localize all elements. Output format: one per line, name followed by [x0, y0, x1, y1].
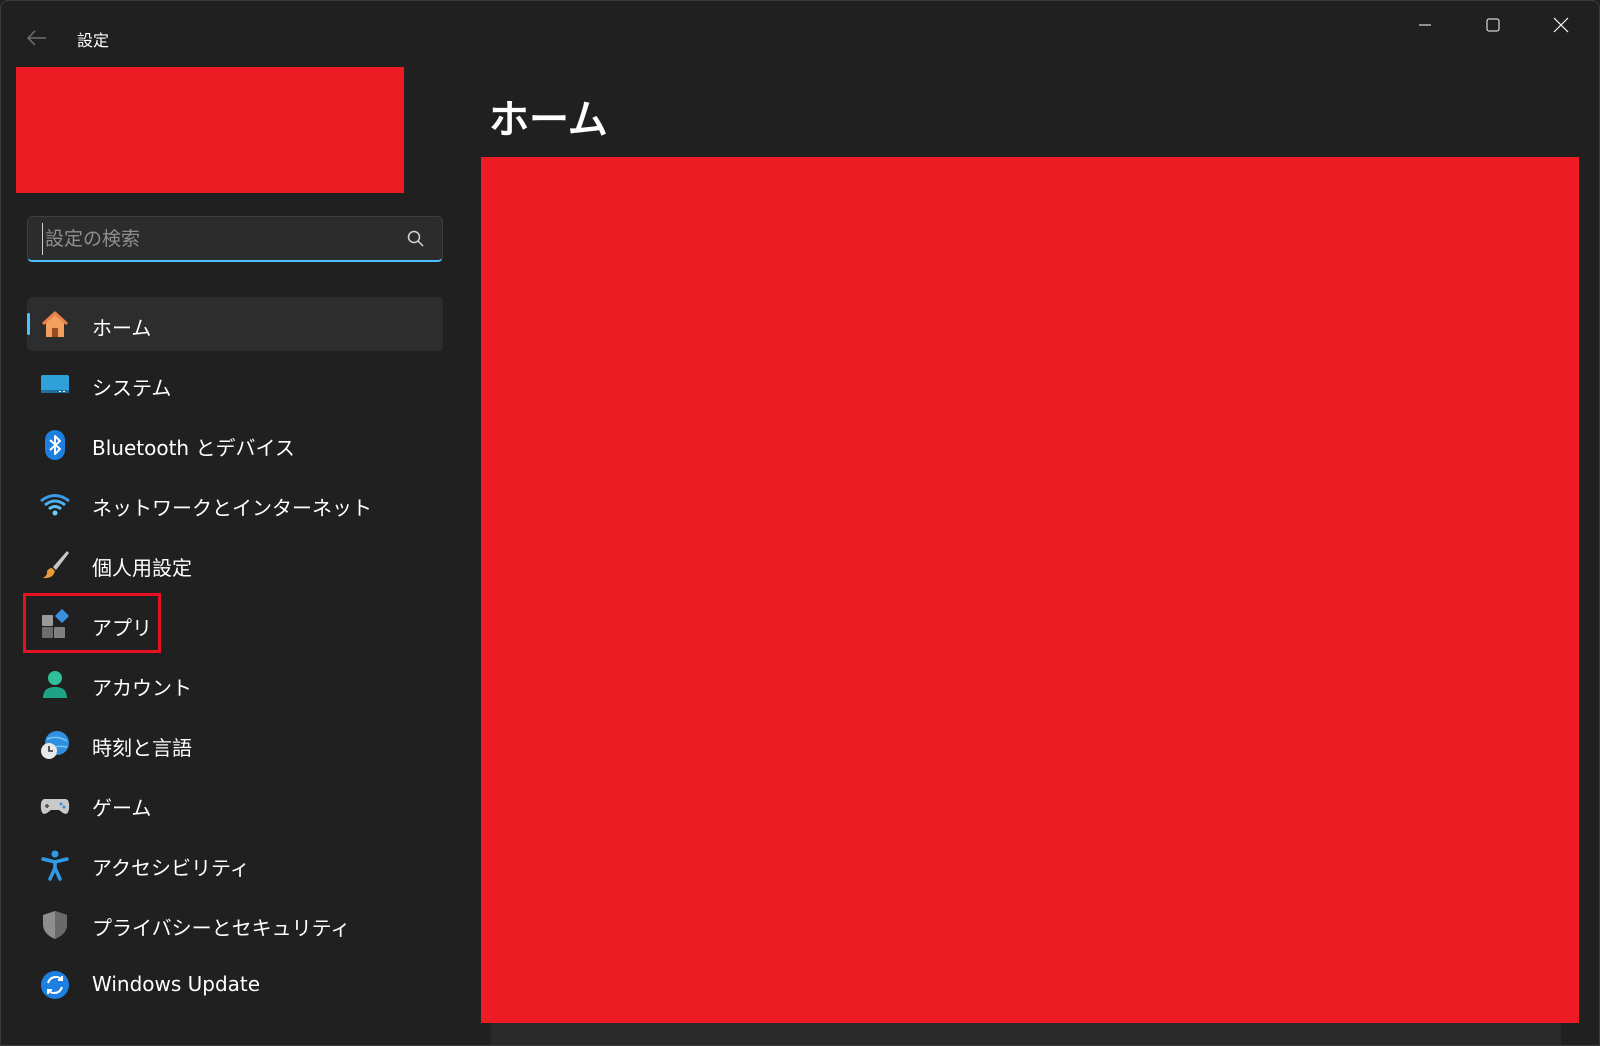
paintbrush-icon	[39, 549, 71, 581]
search-box[interactable]	[27, 216, 443, 262]
sidebar-item-home[interactable]: ホーム	[27, 297, 443, 351]
selection-indicator	[27, 313, 30, 335]
sidebar-item-label: アプリ	[92, 616, 152, 640]
minimize-icon	[1419, 24, 1431, 26]
sidebar-item-network[interactable]: ネットワークとインターネット	[27, 477, 443, 531]
arrow-left-icon	[27, 30, 46, 46]
user-profile-redacted	[16, 67, 404, 193]
app-title: 設定	[77, 31, 110, 50]
sidebar-item-system[interactable]: システム	[27, 357, 443, 411]
monitor-icon	[39, 369, 71, 401]
sidebar-item-time-language[interactable]: 時刻と言語	[27, 717, 443, 771]
search-input[interactable]	[42, 223, 387, 255]
sidebar-item-privacy[interactable]: プライバシーとセキュリティ	[27, 897, 443, 951]
title-bar: 設定	[1, 1, 1600, 67]
back-button[interactable]	[19, 23, 55, 53]
sidebar-item-label: Bluetooth とデバイス	[92, 436, 295, 460]
sidebar-item-accessibility[interactable]: アクセシビリティ	[27, 837, 443, 891]
sidebar-item-accounts[interactable]: アカウント	[27, 657, 443, 711]
person-icon	[39, 669, 71, 701]
sidebar-item-label: アクセシビリティ	[92, 856, 250, 880]
settings-window: 設定 設定の検索 ホーム システム Bluetooth とデバイス ネットワーク…	[0, 0, 1600, 1046]
close-icon	[1553, 17, 1569, 33]
sidebar-item-gaming[interactable]: ゲーム	[27, 777, 443, 831]
sidebar-item-label: 時刻と言語	[92, 736, 192, 760]
content-bottom-edge	[491, 1023, 1561, 1045]
wifi-icon	[39, 489, 71, 521]
sidebar-item-label: 個人用設定	[92, 556, 192, 580]
maximize-icon	[1486, 18, 1500, 32]
maximize-button[interactable]	[1459, 1, 1527, 49]
sidebar-item-label: ネットワークとインターネット	[92, 496, 372, 520]
sidebar-item-label: プライバシーとセキュリティ	[92, 916, 351, 940]
sidebar-item-bluetooth[interactable]: Bluetooth とデバイス	[27, 417, 443, 471]
minimize-button[interactable]	[1391, 1, 1459, 49]
sidebar-item-windows-update[interactable]: Windows Update	[27, 957, 443, 1011]
globe-clock-icon	[39, 729, 71, 761]
search-icon[interactable]	[406, 229, 426, 249]
main-content-redacted	[481, 157, 1579, 1023]
bluetooth-icon	[39, 429, 71, 461]
close-button[interactable]	[1527, 1, 1595, 49]
sidebar-item-label: アカウント	[92, 676, 192, 700]
sidebar-nav: ホーム システム Bluetooth とデバイス ネットワークとインターネット …	[27, 297, 443, 1017]
sidebar-item-apps[interactable]: アプリ	[27, 597, 443, 651]
update-icon	[39, 969, 71, 1001]
home-icon	[39, 309, 71, 341]
page-title: ホーム	[489, 97, 608, 143]
sidebar-item-personalization[interactable]: 個人用設定	[27, 537, 443, 591]
apps-icon	[39, 609, 71, 641]
sidebar-item-label: システム	[92, 376, 172, 400]
shield-icon	[39, 909, 71, 941]
sidebar-item-label: ホーム	[92, 316, 152, 340]
accessibility-icon	[39, 849, 71, 881]
sidebar-item-label: ゲーム	[92, 796, 152, 820]
sidebar-item-label: Windows Update	[92, 972, 261, 996]
gamepad-icon	[39, 789, 71, 821]
